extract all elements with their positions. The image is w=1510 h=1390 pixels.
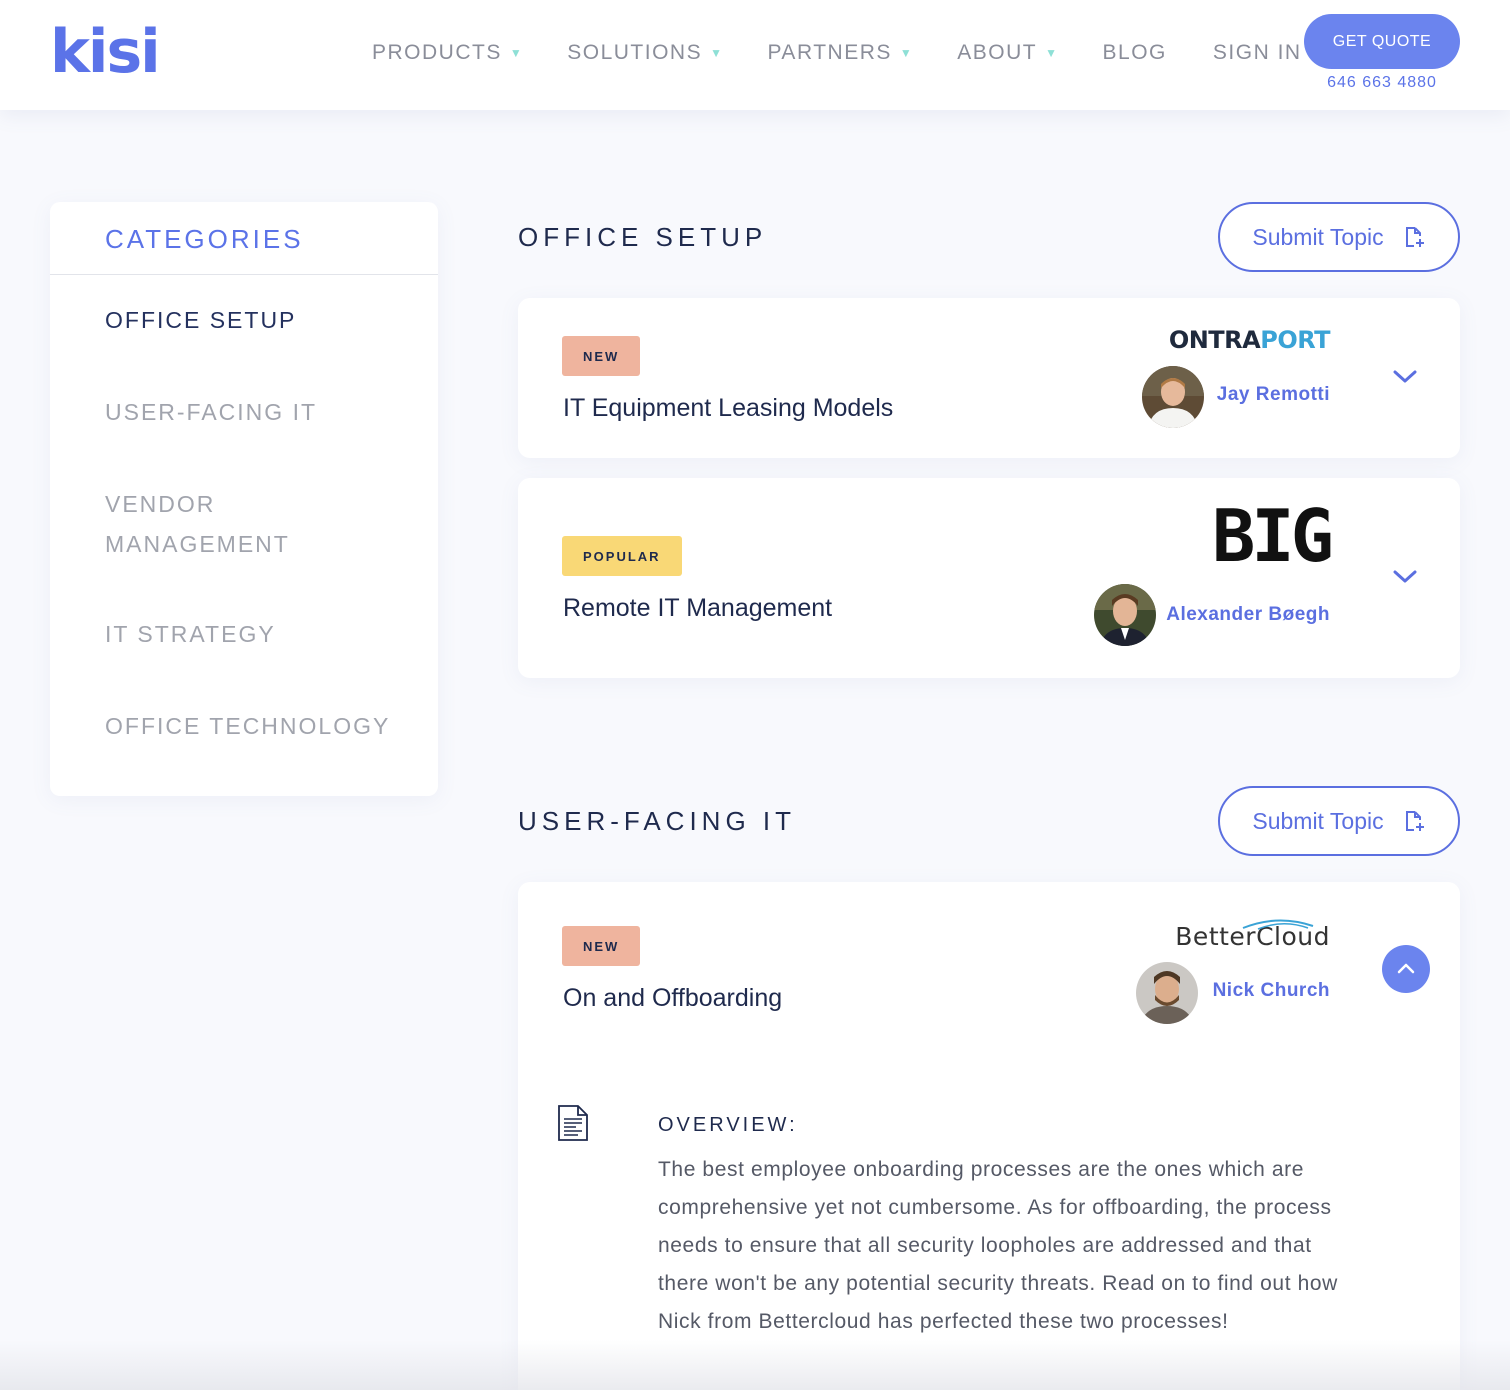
category-office-setup[interactable]: OFFICE SETUP	[105, 300, 425, 340]
nav-label: SOLUTIONS	[567, 41, 703, 64]
person-photo-icon	[1136, 962, 1198, 1024]
chevron-down-icon[interactable]	[1392, 368, 1418, 386]
collapse-button[interactable]	[1382, 945, 1430, 993]
submit-topic-label: Submit Topic	[1252, 223, 1384, 250]
nav-products[interactable]: PRODUCTS ▼	[372, 41, 523, 65]
category-office-technology[interactable]: OFFICE TECHNOLOGY	[105, 706, 425, 746]
topic-card[interactable]: POPULAR Remote IT Management BIG Alexand…	[518, 478, 1460, 678]
avatar	[1136, 962, 1198, 1024]
popular-badge: POPULAR	[562, 536, 682, 576]
topic-card-expanded[interactable]: NEW On and Offboarding BetterCloud Nick …	[518, 882, 1460, 1390]
nav-label: PRODUCTS	[372, 41, 502, 64]
ontraport-logo-part2: PORT	[1260, 326, 1330, 354]
caret-down-icon: ▼	[710, 46, 724, 60]
nav-label: ABOUT	[957, 41, 1038, 64]
ontraport-logo-part1: ONTRA	[1168, 326, 1261, 354]
category-it-strategy[interactable]: IT STRATEGY	[105, 614, 425, 654]
person-name[interactable]: Nick Church	[1213, 980, 1330, 1002]
chevron-up-icon	[1397, 963, 1415, 974]
section-title-office-setup: OFFICE SETUP	[518, 222, 768, 252]
bettercloud-swoosh-icon	[1242, 919, 1314, 930]
chevron-down-icon[interactable]	[1392, 568, 1418, 586]
overview-label: OVERVIEW:	[658, 1114, 798, 1136]
submit-topic-button[interactable]: Submit Topic	[1218, 202, 1460, 272]
nav-solutions[interactable]: SOLUTIONS ▼	[567, 41, 723, 65]
category-user-facing-it[interactable]: USER-FACING IT	[105, 392, 425, 432]
nav-about[interactable]: ABOUT ▼	[957, 41, 1058, 65]
sidebar-divider	[50, 274, 438, 275]
main-nav: PRODUCTS ▼ SOLUTIONS ▼ PARTNERS ▼ ABOUT …	[372, 38, 1348, 68]
topic-title[interactable]: Remote IT Management	[563, 594, 832, 623]
kisi-logo[interactable]: kisi	[50, 22, 161, 82]
overview-text: The best employee onboarding processes a…	[658, 1158, 1338, 1333]
avatar	[1094, 584, 1156, 646]
ontraport-logo: ONTRAPORT	[1168, 326, 1331, 354]
nav-blog[interactable]: BLOG	[1103, 41, 1167, 65]
submit-topic-label: Submit Topic	[1252, 807, 1384, 834]
topic-title[interactable]: IT Equipment Leasing Models	[563, 394, 893, 423]
get-quote-button[interactable]: GET QUOTE	[1304, 14, 1460, 69]
new-badge: NEW	[562, 926, 641, 966]
person-photo-icon	[1142, 366, 1204, 428]
nav-label: PARTNERS	[767, 41, 892, 64]
topic-card[interactable]: NEW IT Equipment Leasing Models ONTRAPOR…	[518, 298, 1460, 458]
categories-sidebar: CATEGORIES OFFICE SETUP USER-FACING IT V…	[50, 202, 438, 796]
sidebar-title: CATEGORIES	[105, 224, 304, 254]
person-name[interactable]: Alexander Bøegh	[1166, 604, 1330, 626]
topic-title[interactable]: On and Offboarding	[563, 984, 782, 1013]
section-title-user-facing-it: USER-FACING IT	[518, 806, 797, 836]
person-name[interactable]: Jay Remotti	[1217, 384, 1330, 406]
caret-down-icon: ▼	[509, 46, 524, 60]
caret-down-icon: ▼	[899, 46, 914, 60]
site-header: kisi PRODUCTS ▼ SOLUTIONS ▼ PARTNERS ▼ A…	[0, 0, 1510, 110]
category-vendor-management[interactable]: VENDOR MANAGEMENT	[105, 484, 345, 564]
phone-number[interactable]: 646 663 4880	[1304, 74, 1460, 92]
nav-partners[interactable]: PARTNERS ▼	[767, 41, 913, 65]
bettercloud-logo: BetterCloud	[1175, 916, 1330, 956]
submit-topic-button[interactable]: Submit Topic	[1218, 786, 1460, 856]
document-icon	[558, 1105, 588, 1141]
avatar	[1142, 366, 1204, 428]
caret-down-icon: ▼	[1045, 46, 1059, 60]
new-badge: NEW	[562, 336, 641, 376]
add-file-icon	[1405, 227, 1424, 247]
person-photo-icon	[1094, 584, 1156, 646]
big-logo: BIG	[1211, 494, 1334, 578]
nav-sign-in[interactable]: SIGN IN	[1213, 41, 1302, 65]
add-file-icon	[1405, 811, 1424, 831]
